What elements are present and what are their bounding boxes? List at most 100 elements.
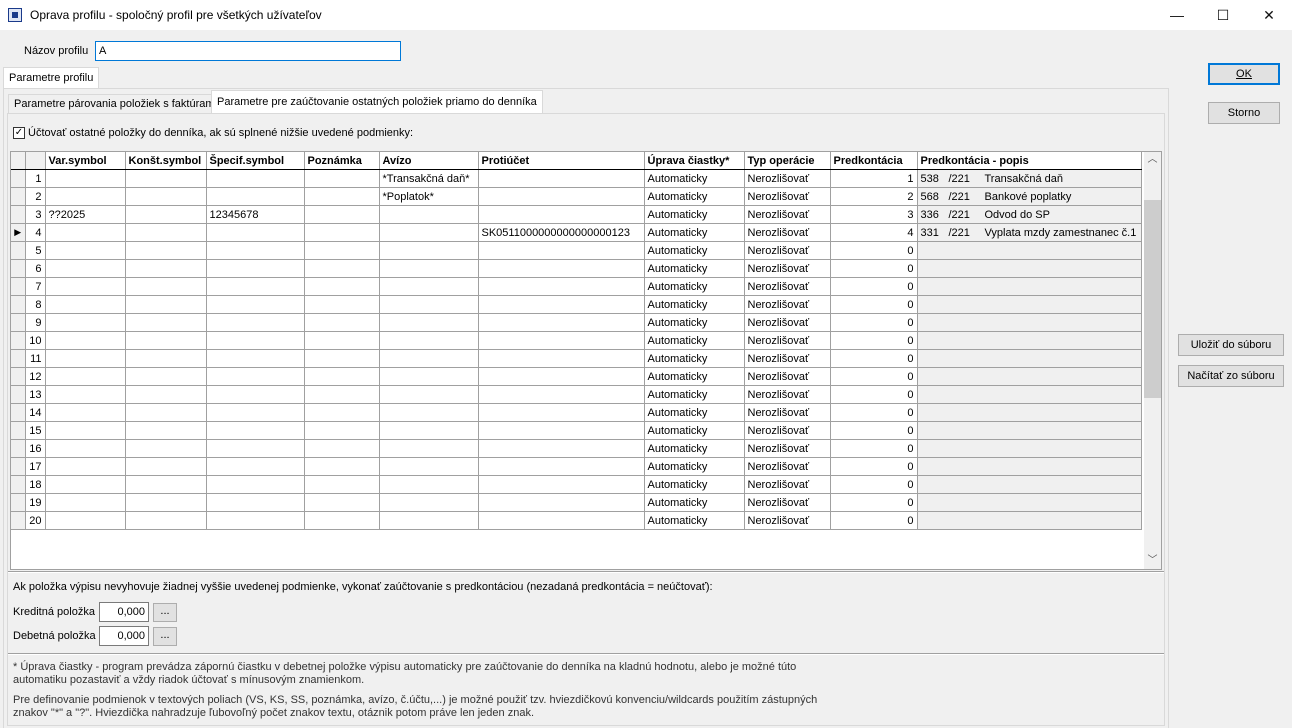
cell-counter-account[interactable]	[478, 511, 645, 530]
cell-spec-symbol[interactable]	[206, 277, 305, 296]
cell-const-symbol[interactable]	[125, 511, 207, 530]
cell-spec-symbol[interactable]	[206, 457, 305, 476]
row-indicator[interactable]	[11, 367, 26, 386]
cell-amount-adjustment[interactable]: Automaticky	[644, 205, 745, 224]
cell-spec-symbol[interactable]	[206, 223, 305, 242]
cell-spec-symbol[interactable]	[206, 475, 305, 494]
cell-counter-account[interactable]	[478, 385, 645, 404]
cell-var-symbol[interactable]	[45, 241, 126, 260]
table-row[interactable]: 15 Automaticky Nerozlišovať 0	[11, 421, 1142, 440]
cell-amount-adjustment[interactable]: Automaticky	[644, 241, 745, 260]
cell-predefined-entry[interactable]: 0	[830, 259, 918, 278]
cell-operation-type[interactable]: Nerozlišovať	[744, 349, 831, 368]
cell-note[interactable]	[304, 439, 380, 458]
table-row[interactable]: 7 Automaticky Nerozlišovať 0	[11, 277, 1142, 296]
cell-predefined-entry[interactable]: 0	[830, 331, 918, 350]
cell-advice[interactable]	[379, 421, 479, 440]
cell-const-symbol[interactable]	[125, 259, 207, 278]
table-row[interactable]: 3 ??2025 12345678 Automaticky Nerozlišovať 3 3…	[11, 205, 1142, 224]
header-var-symbol[interactable]: Var.symbol	[45, 152, 126, 170]
cell-spec-symbol[interactable]	[206, 511, 305, 530]
cell-operation-type[interactable]: Nerozlišovať	[744, 241, 831, 260]
row-indicator[interactable]	[11, 277, 26, 296]
cell-counter-account[interactable]	[478, 331, 645, 350]
cell-amount-adjustment[interactable]: Automaticky	[644, 403, 745, 422]
cell-amount-adjustment[interactable]: Automaticky	[644, 421, 745, 440]
cell-predefined-entry[interactable]: 3	[830, 205, 918, 224]
cell-var-symbol[interactable]	[45, 511, 126, 530]
table-row[interactable]: 19 Automaticky Nerozlišovať 0	[11, 493, 1142, 512]
table-row[interactable]: 17 Automaticky Nerozlišovať 0	[11, 457, 1142, 476]
row-indicator[interactable]	[11, 331, 26, 350]
cell-advice[interactable]	[379, 205, 479, 224]
cell-predefined-entry[interactable]: 0	[830, 385, 918, 404]
cell-const-symbol[interactable]	[125, 313, 207, 332]
profile-name-input[interactable]	[95, 41, 401, 61]
row-indicator[interactable]	[11, 205, 26, 224]
cell-note[interactable]	[304, 313, 380, 332]
table-row[interactable]: 1 *Transakčná daň* Automaticky Nerozlišovať…	[11, 169, 1142, 188]
tab-journal-posting[interactable]: Parametre pre zaúčtovanie ostatných polo…	[211, 90, 543, 114]
row-indicator[interactable]	[11, 169, 26, 188]
cell-operation-type[interactable]: Nerozlišovať	[744, 367, 831, 386]
cell-note[interactable]	[304, 295, 380, 314]
cell-note[interactable]	[304, 457, 380, 476]
table-row[interactable]: ▶ 4 SK0511000000000000000123 Automaticky Ner…	[11, 223, 1142, 242]
table-row[interactable]: 2 *Poplatok* Automaticky Nerozlišovať 2 568/2…	[11, 187, 1142, 206]
cell-amount-adjustment[interactable]: Automaticky	[644, 169, 745, 188]
cell-amount-adjustment[interactable]: Automaticky	[644, 493, 745, 512]
cell-amount-adjustment[interactable]: Automaticky	[644, 511, 745, 530]
cell-var-symbol[interactable]	[45, 277, 126, 296]
cell-advice[interactable]	[379, 403, 479, 422]
debit-item-input[interactable]	[99, 626, 149, 646]
cell-note[interactable]	[304, 331, 380, 350]
cell-note[interactable]	[304, 511, 380, 530]
cell-operation-type[interactable]: Nerozlišovať	[744, 205, 831, 224]
cell-counter-account[interactable]	[478, 295, 645, 314]
cell-advice[interactable]	[379, 277, 479, 296]
header-note[interactable]: Poznámka	[304, 152, 380, 170]
cell-note[interactable]	[304, 403, 380, 422]
cell-note[interactable]	[304, 475, 380, 494]
cell-amount-adjustment[interactable]: Automaticky	[644, 439, 745, 458]
post-to-journal-checkbox[interactable]: ✓	[13, 127, 25, 139]
cell-var-symbol[interactable]	[45, 259, 126, 278]
cell-advice[interactable]	[379, 331, 479, 350]
cell-var-symbol[interactable]	[45, 493, 126, 512]
cell-predefined-entry[interactable]: 1	[830, 169, 918, 188]
header-spec-symbol[interactable]: Špecif.symbol	[206, 152, 305, 170]
cell-operation-type[interactable]: Nerozlišovať	[744, 187, 831, 206]
cell-var-symbol[interactable]	[45, 313, 126, 332]
cell-amount-adjustment[interactable]: Automaticky	[644, 187, 745, 206]
table-row[interactable]: 18 Automaticky Nerozlišovať 0	[11, 475, 1142, 494]
cell-var-symbol[interactable]: ??2025	[45, 205, 126, 224]
cell-var-symbol[interactable]	[45, 223, 126, 242]
cell-predefined-entry[interactable]: 0	[830, 277, 918, 296]
cell-advice[interactable]	[379, 493, 479, 512]
cell-spec-symbol[interactable]	[206, 259, 305, 278]
cell-var-symbol[interactable]	[45, 457, 126, 476]
row-indicator[interactable]	[11, 457, 26, 476]
cell-predefined-entry[interactable]: 0	[830, 241, 918, 260]
save-to-file-button[interactable]: Uložiť do súboru	[1178, 334, 1284, 356]
cell-advice[interactable]	[379, 295, 479, 314]
cell-const-symbol[interactable]	[125, 439, 207, 458]
cell-var-symbol[interactable]	[45, 421, 126, 440]
cell-counter-account[interactable]: SK0511000000000000000123	[478, 223, 645, 242]
scrollbar-thumb[interactable]	[1144, 200, 1161, 398]
cell-spec-symbol[interactable]	[206, 439, 305, 458]
cell-const-symbol[interactable]	[125, 367, 207, 386]
cell-advice[interactable]	[379, 511, 479, 530]
table-row[interactable]: 9 Automaticky Nerozlišovať 0	[11, 313, 1142, 332]
row-indicator[interactable]	[11, 349, 26, 368]
cell-amount-adjustment[interactable]: Automaticky	[644, 313, 745, 332]
cell-spec-symbol[interactable]	[206, 295, 305, 314]
cell-operation-type[interactable]: Nerozlišovať	[744, 439, 831, 458]
cell-const-symbol[interactable]	[125, 349, 207, 368]
row-indicator[interactable]	[11, 511, 26, 530]
cell-predefined-entry[interactable]: 2	[830, 187, 918, 206]
cell-predefined-entry[interactable]: 0	[830, 439, 918, 458]
cell-predefined-entry[interactable]: 0	[830, 421, 918, 440]
cell-const-symbol[interactable]	[125, 241, 207, 260]
cell-note[interactable]	[304, 385, 380, 404]
